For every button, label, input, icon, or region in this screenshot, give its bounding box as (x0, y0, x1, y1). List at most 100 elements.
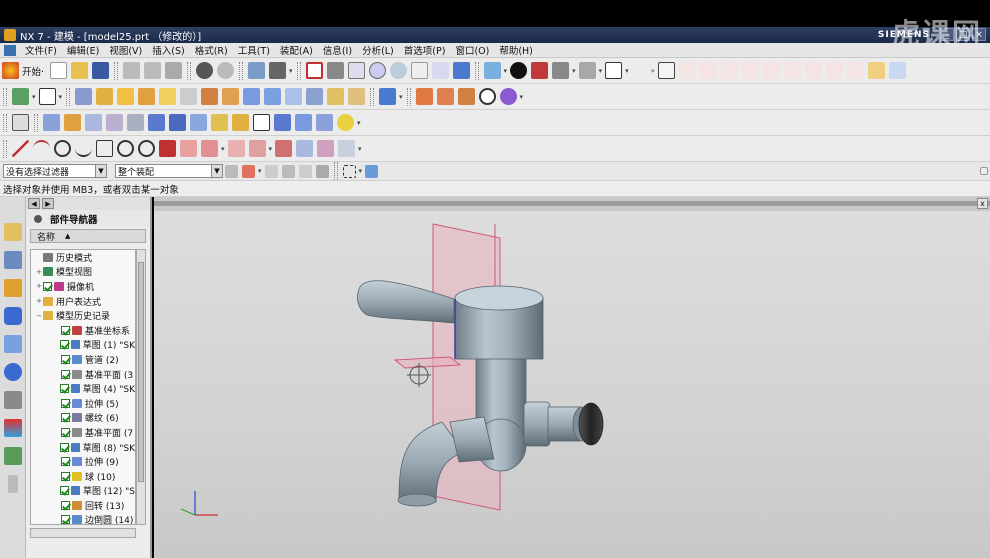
split-body-icon[interactable] (64, 114, 81, 131)
menu-help[interactable]: 帮助(H) (494, 43, 538, 57)
cone-icon[interactable] (316, 114, 333, 131)
datum-csys-icon[interactable] (12, 88, 29, 105)
visibility-checkbox[interactable] (61, 369, 70, 379)
assembly-navigator-icon[interactable] (3, 223, 22, 241)
visibility-checkbox[interactable] (61, 457, 70, 467)
menu-insert[interactable]: 插入(S) (147, 43, 189, 57)
start-button[interactable]: 开始· (0, 62, 44, 79)
instance-feature-icon[interactable] (148, 114, 165, 131)
edit-feature-icon[interactable] (12, 114, 29, 131)
menu-tools[interactable]: 工具(T) (233, 43, 275, 57)
filter-settings-icon[interactable] (225, 164, 238, 178)
text-curve-icon[interactable] (159, 140, 176, 157)
visibility-checkbox[interactable] (61, 500, 70, 510)
isoparametric-icon[interactable] (296, 140, 314, 157)
snap-center-icon[interactable] (762, 62, 780, 79)
scroll-icon[interactable] (7, 475, 18, 493)
section-curve-icon[interactable] (248, 140, 266, 157)
draft-icon[interactable] (211, 114, 228, 131)
visibility-checkbox[interactable] (60, 340, 69, 350)
tree-item[interactable]: 基准坐标系 (31, 323, 135, 338)
expand-toggle-icon[interactable]: + (35, 282, 43, 290)
groove-tool-icon[interactable] (285, 88, 303, 105)
back-icon[interactable]: ◀ (28, 198, 40, 209)
shell-tool-icon[interactable] (457, 88, 475, 105)
rotate-view-icon[interactable] (389, 62, 407, 79)
toolbar-options-icon[interactable] (980, 167, 988, 175)
extract-curve-icon[interactable] (275, 140, 293, 157)
snap-control-point-icon[interactable] (720, 62, 738, 79)
scroll-thumb[interactable] (138, 262, 144, 482)
menu-window[interactable]: 窗口(O) (450, 43, 494, 57)
menu-file[interactable]: 文件(F) (20, 43, 62, 57)
patch-icon[interactable] (232, 114, 249, 131)
tree-item[interactable]: − 模型历史记录 (31, 308, 135, 323)
tree-item[interactable]: 球 (10) (31, 469, 135, 484)
feature-select-icon[interactable] (242, 164, 255, 178)
visibility-checkbox[interactable] (61, 471, 70, 481)
chamfer-tool-icon[interactable] (436, 88, 454, 105)
intersection-curve-icon[interactable] (227, 140, 245, 157)
menu-preferences[interactable]: 首选项(P) (399, 43, 451, 57)
part-navigator-icon[interactable] (3, 251, 22, 269)
history-icon[interactable] (3, 335, 22, 353)
redo-icon[interactable] (217, 62, 235, 79)
visibility-checkbox[interactable] (43, 281, 52, 291)
sketch-rectangle-icon[interactable] (38, 88, 56, 105)
offset-face-icon[interactable] (85, 114, 102, 131)
tree-item[interactable]: 边倒圆 (14) (31, 513, 135, 524)
save-icon[interactable] (92, 62, 110, 79)
thread-tool-icon[interactable] (327, 88, 345, 105)
box-icon[interactable] (274, 114, 291, 131)
snap-existing-point-icon[interactable] (804, 62, 822, 79)
spline-icon[interactable] (75, 140, 92, 157)
expand-toggle-icon[interactable]: + (35, 268, 43, 276)
graphics-window[interactable] (154, 197, 990, 558)
pocket-tool-icon[interactable] (222, 88, 240, 105)
visibility-checkbox[interactable] (60, 384, 69, 394)
tree-item[interactable]: 草图 (12) "S (31, 484, 135, 499)
tree-item[interactable]: 基准平面 (7 (31, 425, 135, 440)
pin-icon[interactable] (34, 214, 42, 223)
snap-intersection-icon[interactable] (741, 62, 759, 79)
block-tool-icon[interactable] (159, 88, 177, 105)
zoom-window-icon[interactable] (326, 62, 344, 79)
sphere-tool-icon[interactable] (337, 114, 354, 131)
tree-item[interactable]: 历史模式 (31, 250, 135, 265)
rib-tool-icon[interactable] (306, 88, 324, 105)
tube-tool-icon[interactable] (138, 88, 156, 105)
boss-tool-icon[interactable] (201, 88, 219, 105)
extrude-tool-icon[interactable] (75, 88, 93, 105)
web-browser-icon[interactable] (3, 307, 22, 325)
snap-midpoint-icon[interactable] (699, 62, 717, 79)
outlet-nut[interactable] (523, 401, 551, 447)
tree-item[interactable]: 拉伸 (9) (31, 454, 135, 469)
unite-tool-icon[interactable] (379, 88, 397, 105)
snap-bounded-grid-icon[interactable] (867, 62, 885, 79)
snap-endpoint-icon[interactable] (678, 62, 696, 79)
tree-item[interactable]: + 用户表达式 (31, 294, 135, 309)
slot-tool-icon[interactable] (264, 88, 282, 105)
hole-tool-icon[interactable] (180, 88, 198, 105)
offset-curve-icon[interactable] (180, 140, 197, 157)
copy-icon[interactable] (144, 62, 162, 79)
tree-item[interactable]: 基准平面 (3 (31, 367, 135, 382)
new-file-icon[interactable] (50, 62, 68, 79)
render-style-icon[interactable] (510, 62, 528, 79)
single-select-icon[interactable] (264, 164, 278, 178)
orient-view-icon[interactable] (483, 62, 501, 79)
helix-icon[interactable] (54, 140, 71, 157)
sew-icon[interactable] (169, 114, 186, 131)
edge-select-icon[interactable] (298, 164, 312, 178)
snap-quadrant-icon[interactable] (783, 62, 801, 79)
expand-toggle-icon[interactable]: + (35, 297, 43, 305)
ellipse-icon[interactable] (138, 140, 155, 157)
pan-view-icon[interactable] (410, 62, 428, 79)
mirror-body-icon[interactable] (127, 114, 144, 131)
visibility-checkbox[interactable] (61, 427, 70, 437)
face-select-icon[interactable] (281, 164, 295, 178)
open-folder-icon[interactable] (71, 62, 89, 79)
cut-icon[interactable] (123, 62, 141, 79)
tree-item[interactable]: 草图 (4) "SK (31, 381, 135, 396)
thread-knob[interactable] (578, 402, 604, 446)
